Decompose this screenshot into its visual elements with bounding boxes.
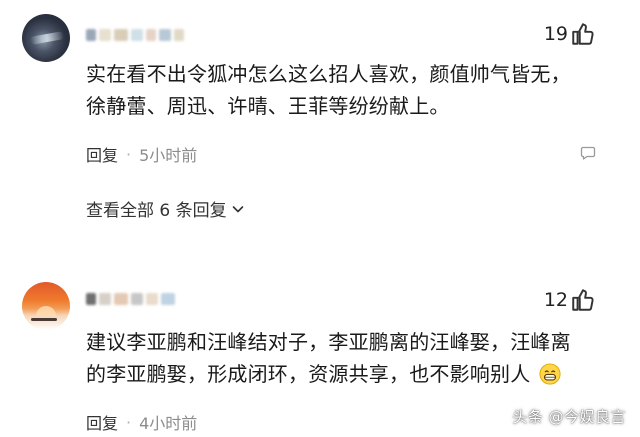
reply-button[interactable]: 回复	[86, 142, 118, 166]
view-replies-label: 查看全部 6 条回复	[86, 201, 227, 221]
comment-meta: 回复 · 5小时前	[86, 142, 197, 166]
timestamp: 4小时前	[139, 414, 198, 433]
comment-text-line: 实在看不出令狐冲怎么这么招人喜欢，颜值帅气皆无，	[86, 62, 571, 86]
comment-text-line: 徐静蕾、周迅、许晴、王菲等纷纷献上。	[86, 94, 450, 118]
comment-text: 建议李亚鹏和汪峰结对子，李亚鹏离的汪峰娶，汪峰离 的李亚鹏娶，形成闭环，资源共享…	[86, 326, 616, 390]
avatar[interactable]	[22, 282, 70, 330]
separator: ·	[126, 144, 132, 164]
avatar[interactable]	[22, 14, 70, 62]
reply-button[interactable]: 回复	[86, 410, 118, 434]
thumbs-up-icon[interactable]	[570, 287, 596, 313]
thumbs-up-icon[interactable]	[570, 21, 596, 47]
comment-text-line: 建议李亚鹏和汪峰结对子，李亚鹏离的汪峰娶，汪峰离	[86, 330, 571, 354]
comment-text-line: 的李亚鹏娶，形成闭环，资源共享，也不影响别人	[86, 362, 531, 386]
grinning-emoji-icon	[539, 363, 561, 385]
like-count: 19	[543, 23, 568, 45]
username-blurred[interactable]	[86, 292, 175, 306]
separator: ·	[126, 412, 132, 432]
comment-text-line-2: 的李亚鹏娶，形成闭环，资源共享，也不影响别人	[86, 358, 616, 390]
watermark: 头条 @今娱良言	[512, 408, 626, 426]
like-count: 12	[543, 289, 568, 311]
timestamp: 5小时前	[139, 146, 198, 165]
username-blurred[interactable]	[86, 28, 184, 42]
comment-meta: 回复 · 4小时前	[86, 410, 197, 434]
comment-bubble-icon[interactable]	[580, 145, 596, 161]
chevron-down-icon	[232, 205, 243, 212]
comment-1: 19 实在看不出令狐冲怎么这么招人喜欢，颜值帅气皆无， 徐静蕾、周迅、许晴、王菲…	[0, 0, 640, 240]
comment-text: 实在看不出令狐冲怎么这么招人喜欢，颜值帅气皆无， 徐静蕾、周迅、许晴、王菲等纷纷…	[86, 58, 616, 122]
view-all-replies-button[interactable]: 查看全部 6 条回复	[86, 196, 245, 221]
